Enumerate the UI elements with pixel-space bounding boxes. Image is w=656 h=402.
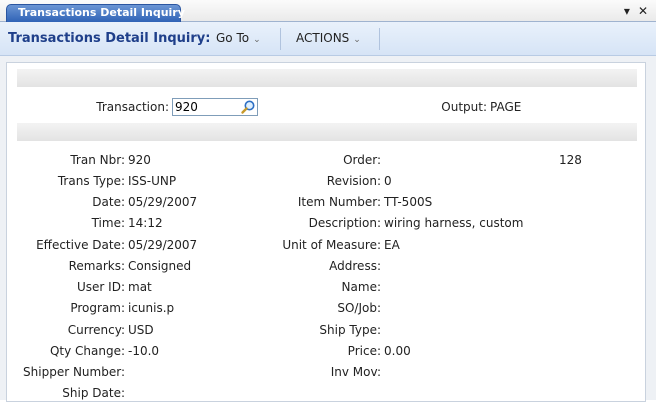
section-header-bar [17, 123, 637, 141]
output-value: PAGE [490, 100, 522, 114]
field-label: Unit of Measure: [282, 238, 381, 252]
content-area: Transaction: 920 Output: PAGE Tran Nbr: … [0, 56, 656, 402]
chevron-down-icon: ⌄ [353, 35, 361, 45]
field-value: EA [384, 238, 400, 252]
field-label: Address: [329, 259, 381, 273]
goto-menu-label: Go To [216, 31, 250, 45]
field-value: TT-500S [384, 195, 433, 209]
close-icon[interactable]: ✕ [638, 4, 648, 18]
field-label: Name: [341, 280, 381, 294]
tab-transactions-detail-inquiry[interactable]: Transactions Detail Inquiry [6, 4, 185, 22]
inquiry-panel: Transaction: 920 Output: PAGE Tran Nbr: … [6, 62, 646, 402]
window-controls: ▾ ✕ [624, 3, 648, 19]
toolbar: Transactions Detail Inquiry: Go To ⌄ ACTI… [0, 22, 656, 56]
field-label: Description: [308, 216, 381, 230]
tab-strip: Transactions Detail Inquiry ▾ ✕ [0, 0, 656, 22]
field-label: Price: [347, 344, 381, 358]
field-label: Ship Type: [319, 323, 381, 337]
field-label: Order: [343, 153, 381, 167]
tab-menu-icon[interactable]: ▾ [624, 4, 630, 18]
goto-menu[interactable]: Go To ⌄ [216, 31, 261, 45]
field-label: Ship Date: [62, 386, 125, 400]
field-label: Revision: [326, 174, 381, 188]
page-title: Transactions Detail Inquiry: [8, 31, 211, 46]
field-label: Inv Mov: [330, 365, 381, 379]
chevron-down-icon: ⌄ [253, 35, 261, 45]
field-value: 0.00 [384, 344, 411, 358]
field-label: SO/Job: [337, 301, 381, 315]
output-label: Output: [441, 100, 487, 114]
toolbar-divider [379, 28, 380, 50]
field-value: 0 [384, 174, 392, 188]
actions-menu-label: ACTIONS [296, 31, 350, 45]
field-value: wiring harness, custom [384, 216, 524, 230]
toolbar-divider [280, 28, 281, 50]
order-extra-value: 128 [559, 153, 582, 167]
field-label: Item Number: [297, 195, 381, 209]
section-header-bar [17, 69, 637, 87]
actions-menu[interactable]: ACTIONS ⌄ [296, 31, 361, 45]
